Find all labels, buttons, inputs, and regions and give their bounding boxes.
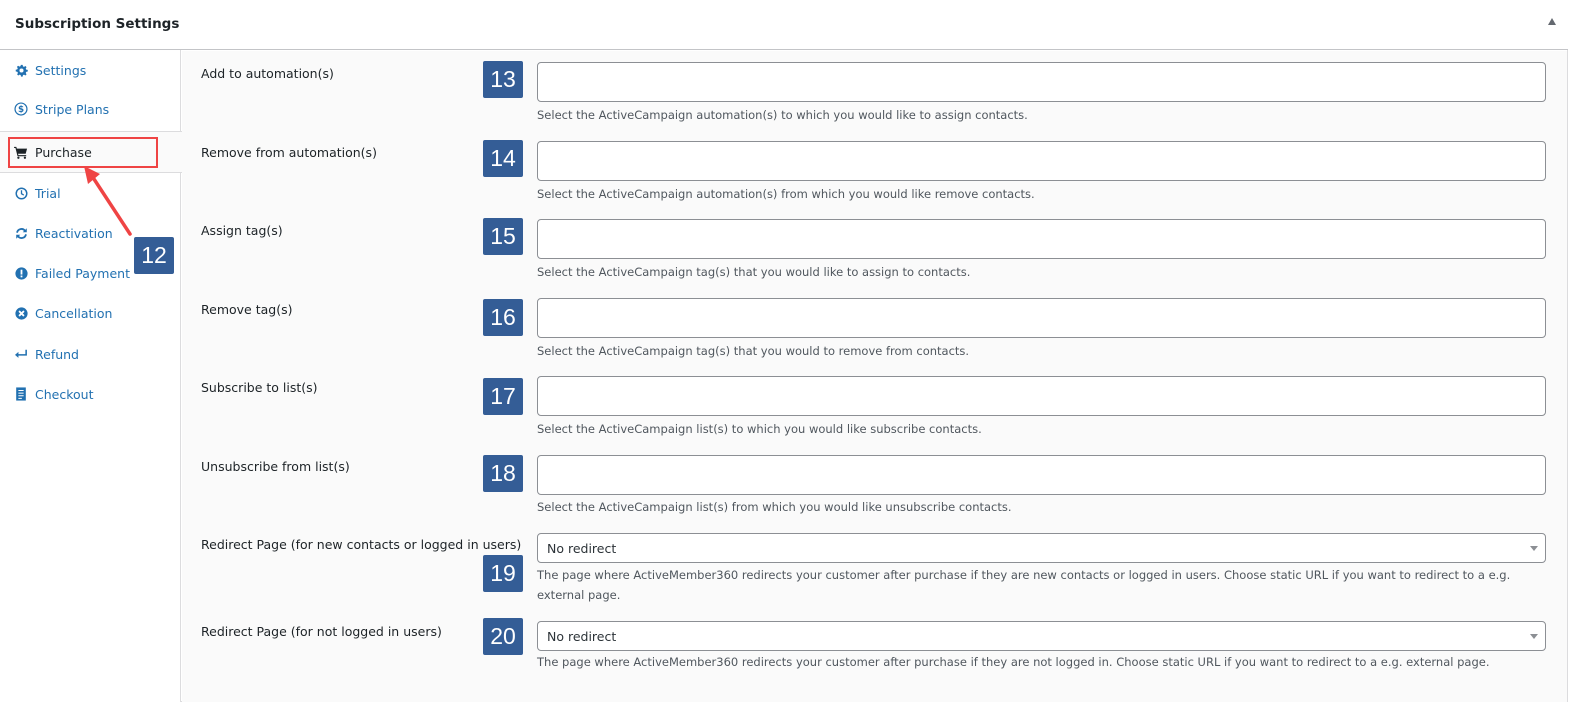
annotation-badge: 17	[483, 378, 523, 415]
chevron-down-icon	[1530, 546, 1538, 551]
sidebar-item-label: Trial	[35, 185, 61, 201]
subscribe-to-lists-input[interactable]	[537, 376, 1546, 416]
sidebar-item-trial[interactable]: Trial	[0, 174, 181, 212]
sidebar-item-label: Checkout	[35, 386, 94, 402]
sidebar-item-checkout[interactable]: Checkout	[0, 375, 181, 413]
field-help-text: Select the ActiveCampaign automation(s) …	[537, 187, 1035, 201]
svg-text:$: $	[18, 105, 24, 115]
sidebar-item-label: Refund	[35, 346, 79, 362]
annotation-badge: 12	[134, 237, 174, 274]
sidebar-nav: Settings $ Stripe Plans Purchase Trial R…	[0, 50, 182, 702]
sidebar-item-label: Settings	[35, 62, 87, 78]
redirect-page-logged-in-select[interactable]: No redirect	[537, 533, 1546, 563]
panel-header[interactable]: Subscription Settings	[0, 0, 1568, 50]
sidebar-item-label: Stripe Plans	[35, 101, 110, 117]
field-help-text: The page where ActiveMember360 redirects…	[537, 655, 1490, 669]
return-arrow-icon	[14, 347, 28, 361]
document-icon	[14, 387, 28, 401]
field-label: Assign tag(s)	[201, 223, 283, 238]
field-label: Redirect Page (for new contacts or logge…	[201, 537, 522, 552]
field-help-text: Select the ActiveCampaign automation(s) …	[537, 108, 1028, 122]
remove-from-automation-input[interactable]	[537, 141, 1546, 181]
add-to-automation-input[interactable]	[537, 62, 1546, 102]
annotation-badge: 18	[483, 455, 523, 492]
sidebar-item-stripe-plans[interactable]: $ Stripe Plans	[0, 90, 181, 128]
refresh-icon	[14, 226, 28, 240]
field-help-text: external page.	[537, 588, 621, 602]
sidebar-item-label: Failed Payment	[35, 265, 130, 281]
annotation-badge: 13	[483, 61, 523, 98]
select-value: No redirect	[547, 628, 617, 644]
remove-tags-input[interactable]	[537, 298, 1546, 338]
sidebar-item-label: Cancellation	[35, 305, 113, 321]
annotation-badge: 20	[483, 618, 523, 655]
sidebar-item-label: Reactivation	[35, 225, 113, 241]
field-help-text: Select the ActiveCampaign tag(s) that yo…	[537, 265, 971, 279]
field-help-text: Select the ActiveCampaign list(s) to whi…	[537, 422, 982, 436]
field-label: Subscribe to list(s)	[201, 380, 318, 395]
sidebar-item-cancellation[interactable]: Cancellation	[0, 294, 181, 332]
x-circle-icon	[14, 306, 28, 320]
sidebar-item-settings[interactable]: Settings	[0, 51, 181, 89]
annotation-badge: 19	[483, 555, 523, 592]
field-label: Unsubscribe from list(s)	[201, 459, 350, 474]
annotation-badge: 14	[483, 140, 523, 177]
assign-tags-input[interactable]	[537, 219, 1546, 259]
select-value: No redirect	[547, 540, 617, 556]
sidebar-item-label: Purchase	[35, 144, 92, 160]
gear-icon	[14, 63, 28, 77]
field-help-text: Select the ActiveCampaign tag(s) that yo…	[537, 344, 970, 358]
field-help-text: The page where ActiveMember360 redirects…	[537, 568, 1511, 582]
dollar-circle-icon: $	[14, 102, 28, 116]
unsubscribe-from-lists-input[interactable]	[537, 455, 1546, 495]
chevron-down-icon	[1530, 634, 1538, 639]
redirect-page-not-logged-in-select[interactable]: No redirect	[537, 621, 1546, 651]
sidebar-item-purchase[interactable]: Purchase	[0, 131, 182, 173]
annotation-badge: 16	[483, 299, 523, 336]
panel-title: Subscription Settings	[15, 16, 180, 32]
collapse-arrow-icon[interactable]	[1548, 18, 1556, 25]
exclamation-circle-icon	[14, 266, 28, 280]
cart-icon	[14, 145, 28, 159]
annotation-badge: 15	[483, 218, 523, 255]
field-label: Redirect Page (for not logged in users)	[201, 624, 442, 639]
clock-icon	[14, 186, 28, 200]
field-label: Remove from automation(s)	[201, 145, 377, 160]
sidebar-item-refund[interactable]: Refund	[0, 335, 181, 373]
field-help-text: Select the ActiveCampaign list(s) from w…	[537, 500, 1012, 514]
field-label: Remove tag(s)	[201, 302, 293, 317]
field-label: Add to automation(s)	[201, 66, 334, 81]
